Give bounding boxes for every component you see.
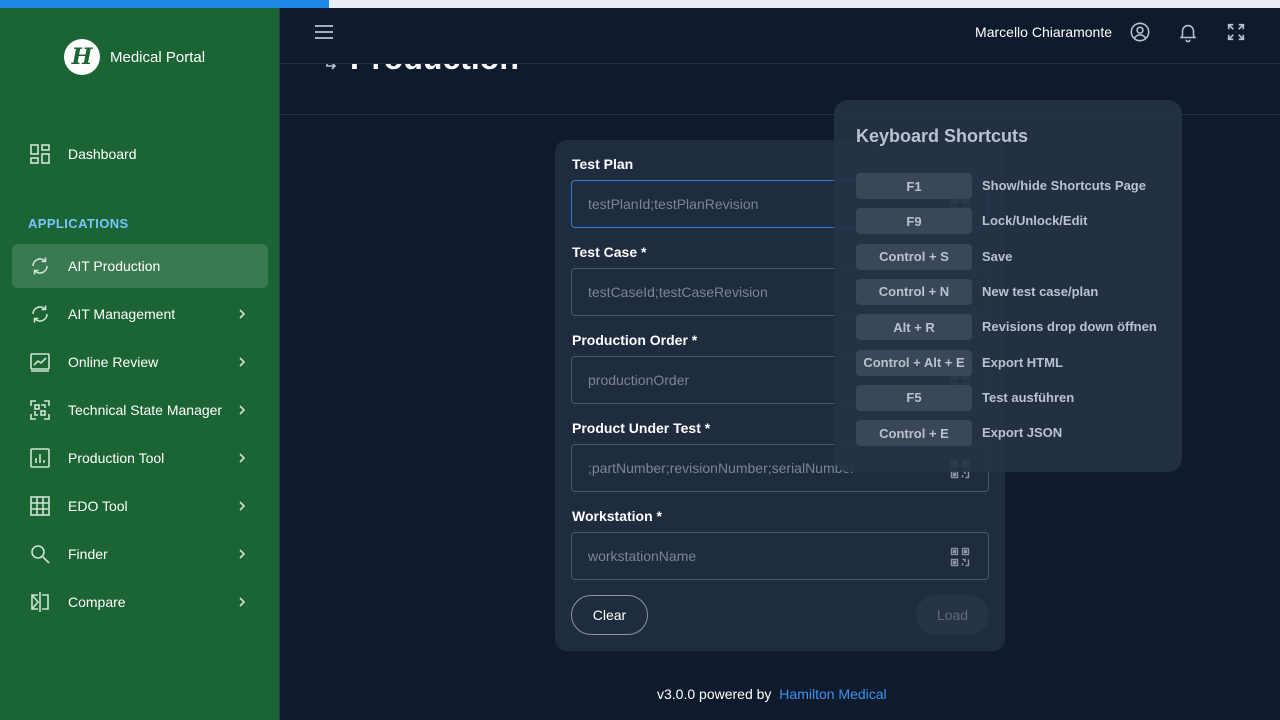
input-placeholder: workstationName bbox=[588, 548, 697, 564]
workstation-label: Workstation * bbox=[572, 508, 662, 524]
shortcut-row: Control + S Save bbox=[856, 243, 1176, 270]
chart-review-icon bbox=[30, 353, 50, 372]
brand[interactable]: H Medical Portal bbox=[64, 39, 205, 75]
load-button[interactable]: Load bbox=[916, 595, 989, 635]
shortcut-row: Control + E Export JSON bbox=[856, 420, 1176, 447]
qr-scan-icon bbox=[30, 400, 50, 420]
chevron-right-icon bbox=[239, 309, 246, 319]
shortcut-description: Revisions drop down öffnen bbox=[982, 319, 1157, 335]
qr-code-icon[interactable] bbox=[950, 547, 970, 567]
input-placeholder: productionOrder bbox=[588, 372, 690, 388]
applications-section-label: APPLICATIONS bbox=[28, 216, 129, 231]
shortcut-row: F5 Test ausführen bbox=[856, 384, 1176, 411]
workstation-input[interactable]: workstationName bbox=[571, 532, 989, 580]
shortcut-key: F1 bbox=[856, 173, 972, 199]
brand-logo: H bbox=[64, 39, 100, 75]
refresh-icon bbox=[32, 305, 48, 323]
shortcuts-title: Keyboard Shortcuts bbox=[856, 126, 1029, 146]
shortcut-description: New test case/plan bbox=[982, 283, 1099, 299]
sidebar-item-label: Technical State Manager bbox=[68, 402, 223, 418]
compare-icon bbox=[31, 592, 49, 612]
hamilton-medical-link[interactable]: Hamilton Medical bbox=[779, 686, 886, 702]
sidebar-item-label: AIT Production bbox=[68, 258, 161, 274]
sidebar-item-finder[interactable]: Finder bbox=[12, 532, 268, 576]
shortcut-key: Control + N bbox=[856, 278, 972, 305]
sidebar-item-ait-production[interactable]: AIT Production bbox=[12, 244, 268, 288]
chevron-right-icon bbox=[239, 501, 246, 511]
shortcut-description: Test ausführen bbox=[982, 389, 1075, 405]
dashboard-icon bbox=[30, 144, 50, 164]
clear-button[interactable]: Clear bbox=[571, 595, 648, 635]
shortcut-row: Control + N New test case/plan bbox=[856, 278, 1176, 305]
shortcut-row: F9 Lock/Unlock/Edit bbox=[856, 208, 1176, 235]
top-header: Marcello Chiaramonte bbox=[280, 8, 1280, 64]
bar-chart-icon bbox=[30, 448, 50, 468]
keyboard-shortcuts-panel: Keyboard Shortcuts F1 Show/hide Shortcuts… bbox=[834, 100, 1182, 472]
shortcut-key: Alt + R bbox=[856, 314, 972, 341]
chevron-right-icon bbox=[239, 453, 246, 463]
sidebar: H Medical Portal Dashboard APPLICATIONS … bbox=[0, 0, 280, 720]
grid-icon bbox=[30, 496, 50, 516]
footer: v3.0.0 powered by Hamilton Medical bbox=[657, 686, 887, 702]
test-plan-label: Test Plan bbox=[572, 156, 634, 172]
shortcut-row: Control + Alt + E Export HTML bbox=[856, 349, 1176, 376]
notification-bell-icon[interactable] bbox=[1177, 21, 1199, 43]
search-icon bbox=[31, 545, 50, 564]
brand-name: Medical Portal bbox=[110, 48, 206, 66]
shortcut-key: Control + Alt + E bbox=[856, 349, 972, 376]
sidebar-item-label: Compare bbox=[68, 594, 126, 610]
input-placeholder: testPlanId;testPlanRevision bbox=[588, 196, 759, 212]
shortcut-row: Alt + R Revisions drop down öffnen bbox=[856, 314, 1176, 341]
sidebar-item-online-review[interactable]: Online Review bbox=[12, 340, 268, 384]
shortcut-description: Lock/Unlock/Edit bbox=[982, 213, 1088, 229]
input-placeholder: testCaseId;testCaseRevision bbox=[588, 284, 768, 300]
input-placeholder: ;partNumber;revisionNumber;serialNumber bbox=[588, 460, 855, 476]
chevron-right-icon bbox=[239, 549, 246, 559]
fullscreen-icon[interactable] bbox=[1225, 21, 1247, 43]
refresh-icon bbox=[32, 257, 48, 275]
shortcut-description: Export HTML bbox=[982, 354, 1063, 370]
footer-version-text: v3.0.0 powered by bbox=[657, 686, 772, 702]
production-order-label: Production Order * bbox=[572, 332, 698, 348]
sidebar-item-edo-tool[interactable]: EDO Tool bbox=[12, 484, 268, 528]
account-icon[interactable] bbox=[1129, 21, 1151, 43]
sidebar-item-technical-state-manager[interactable]: Technical State Manager bbox=[12, 388, 268, 432]
sidebar-item-label: Online Review bbox=[68, 354, 159, 370]
shortcut-key: F9 bbox=[856, 208, 972, 235]
user-name[interactable]: Marcello Chiaramonte bbox=[975, 24, 1112, 40]
chevron-right-icon bbox=[239, 405, 246, 415]
product-under-test-label: Product Under Test * bbox=[572, 420, 711, 436]
sidebar-item-compare[interactable]: Compare bbox=[12, 580, 268, 624]
shortcut-description: Export JSON bbox=[982, 425, 1063, 441]
chevron-right-icon bbox=[239, 357, 246, 367]
chevron-right-icon bbox=[239, 597, 246, 607]
shortcut-key: F5 bbox=[856, 384, 972, 411]
shortcut-key: Control + S bbox=[856, 243, 972, 270]
sidebar-item-label: AIT Management bbox=[68, 306, 176, 322]
sidebar-item-label: Dashboard bbox=[68, 146, 137, 162]
sidebar-item-label: EDO Tool bbox=[68, 498, 128, 514]
shortcut-row: F1 Show/hide Shortcuts Page bbox=[856, 173, 1176, 199]
menu-icon[interactable] bbox=[314, 24, 334, 40]
sidebar-item-dashboard[interactable]: Dashboard bbox=[12, 132, 268, 176]
sidebar-item-ait-management[interactable]: AIT Management bbox=[12, 292, 268, 336]
sidebar-item-production-tool[interactable]: Production Tool bbox=[12, 436, 268, 480]
shortcut-description: Show/hide Shortcuts Page bbox=[982, 178, 1146, 193]
test-case-label: Test Case * bbox=[572, 244, 647, 260]
shortcut-key: Control + E bbox=[856, 420, 972, 447]
sidebar-item-label: Finder bbox=[68, 546, 108, 562]
loading-progress-bar bbox=[0, 0, 1280, 8]
shortcut-description: Save bbox=[982, 248, 1013, 264]
loading-progress-fill bbox=[0, 0, 329, 8]
sidebar-item-label: Production Tool bbox=[68, 450, 165, 466]
